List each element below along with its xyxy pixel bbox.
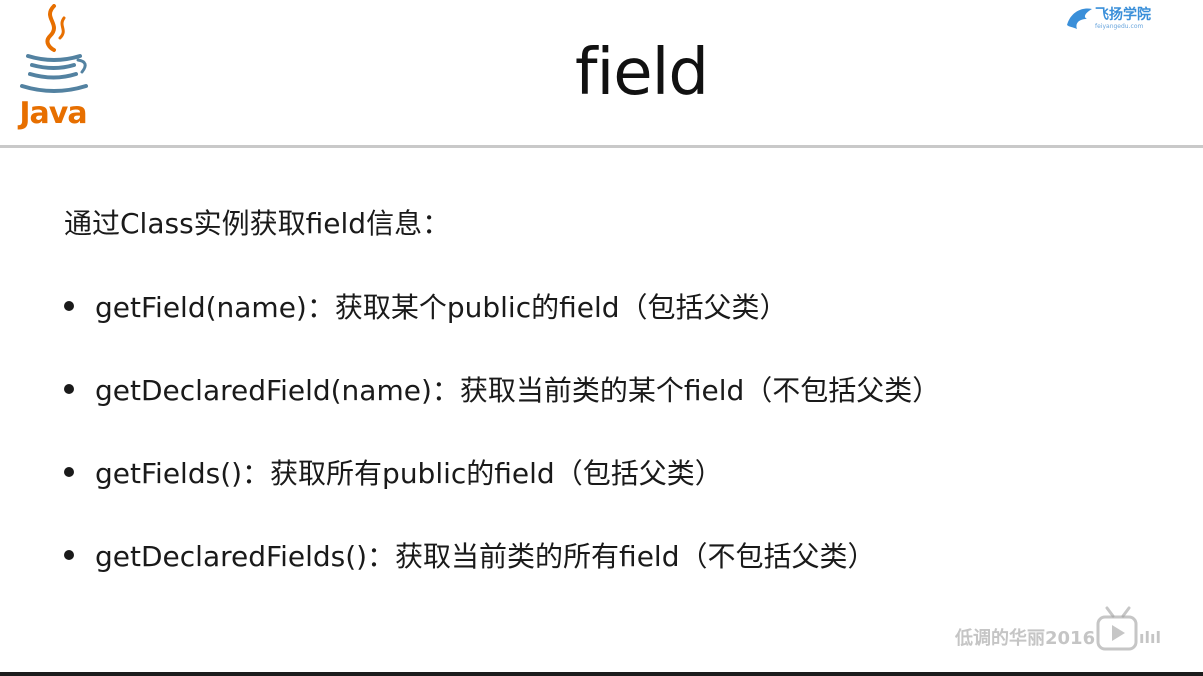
bottom-border: [0, 672, 1203, 676]
bullet-item: getDeclaredField(name)：获取当前类的某个field（不包括…: [64, 369, 940, 409]
bullet-text: getDeclaredFields()：获取当前类的所有field（不包括父类）: [95, 540, 876, 573]
slide: Java 飞扬学院 feiyangedu.com field 通过Class实例…: [0, 0, 1203, 676]
watermark-text: 低调的华丽2016: [955, 628, 1096, 649]
bullet-dot-icon: [64, 384, 74, 394]
bird-icon: [1067, 8, 1092, 29]
signal-bars-icon: ılıl: [1139, 628, 1161, 647]
publisher-logo: 飞扬学院 feiyangedu.com: [1065, 2, 1161, 36]
video-watermark: 低调的华丽2016 ılıl: [955, 604, 1185, 664]
bullet-dot-icon: [64, 550, 74, 560]
bilibili-tv-icon: [1096, 606, 1138, 651]
publisher-url: feiyangedu.com: [1095, 23, 1144, 30]
intro-text: 通过Class实例获取field信息：: [64, 207, 451, 240]
publisher-name: 飞扬学院: [1095, 7, 1151, 23]
bullet-item: getFields()：获取所有public的field（包括父类）: [64, 452, 723, 492]
bullet-text: getDeclaredField(name)：获取当前类的某个field（不包括…: [95, 374, 941, 407]
bullet-text: getFields()：获取所有public的field（包括父类）: [95, 457, 723, 490]
slide-title: field: [574, 36, 709, 110]
bullet-item: getField(name)：获取某个public的field（包括父类）: [64, 286, 788, 326]
bullet-text: getField(name)：获取某个public的field（包括父类）: [95, 291, 788, 324]
bullet-dot-icon: [64, 301, 74, 311]
title-divider: [0, 145, 1203, 148]
bullet-item: getDeclaredFields()：获取当前类的所有field（不包括父类）: [64, 535, 875, 575]
bullet-dot-icon: [64, 467, 74, 477]
